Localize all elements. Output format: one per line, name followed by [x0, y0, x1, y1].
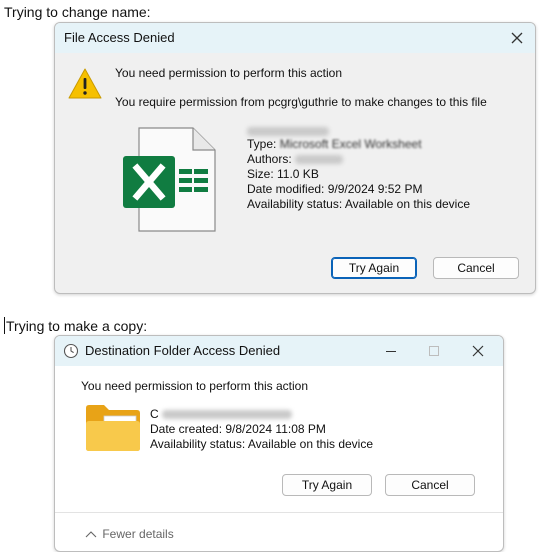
text-cursor	[4, 317, 5, 334]
try-again-button[interactable]: Try Again	[331, 257, 417, 279]
file-size: Size: 11.0 KB	[247, 167, 319, 181]
folder-name: C	[150, 407, 293, 422]
file-type-value: Microsoft Excel Worksheet	[279, 137, 422, 151]
file-availability: Availability status: Available on this d…	[247, 197, 471, 211]
folder-date-created: Date created: 9/8/2024 11:08 PM	[150, 422, 326, 436]
permission-message: You need permission to perform this acti…	[81, 379, 309, 393]
file-access-denied-dialog: File Access Denied You need permission t…	[54, 22, 536, 294]
maximize-icon	[425, 342, 443, 360]
file-authors: Authors:	[247, 152, 344, 167]
excel-file-icon	[121, 127, 217, 233]
cancel-button[interactable]: Cancel	[385, 474, 475, 496]
caption-change-name: Trying to change name:	[4, 4, 151, 20]
caption-make-copy: Trying to make a copy:	[4, 317, 147, 334]
folder-availability: Availability status: Available on this d…	[150, 437, 374, 451]
dialog-titlebar: Destination Folder Access Denied	[55, 336, 503, 366]
close-icon[interactable]	[505, 26, 529, 50]
destination-folder-access-denied-dialog: Destination Folder Access Denied You nee…	[54, 335, 504, 552]
try-again-button[interactable]: Try Again	[282, 474, 372, 496]
warning-icon	[67, 67, 103, 101]
dialog-title: Destination Folder Access Denied	[85, 343, 281, 358]
file-type-label: Type:	[247, 137, 277, 151]
permission-detail: You require permission from pcgrg\guthri…	[115, 95, 487, 109]
folder-name-initial: C	[150, 407, 159, 421]
file-authors-label: Authors:	[247, 152, 292, 166]
minimize-icon[interactable]	[382, 342, 400, 360]
folder-icon	[85, 404, 141, 452]
dialog-title: File Access Denied	[64, 30, 175, 45]
cancel-button[interactable]: Cancel	[433, 257, 519, 279]
file-type: Type: Microsoft Excel Worksheet	[247, 137, 422, 152]
clock-icon	[63, 343, 79, 359]
close-icon[interactable]	[468, 341, 488, 361]
permission-message: You need permission to perform this acti…	[115, 66, 343, 80]
dialog-titlebar: File Access Denied	[55, 23, 535, 53]
details-divider	[55, 512, 503, 513]
caption-make-copy-text: Trying to make a copy:	[6, 318, 148, 334]
file-date-modified: Date modified: 9/9/2024 9:52 PM	[247, 182, 423, 196]
